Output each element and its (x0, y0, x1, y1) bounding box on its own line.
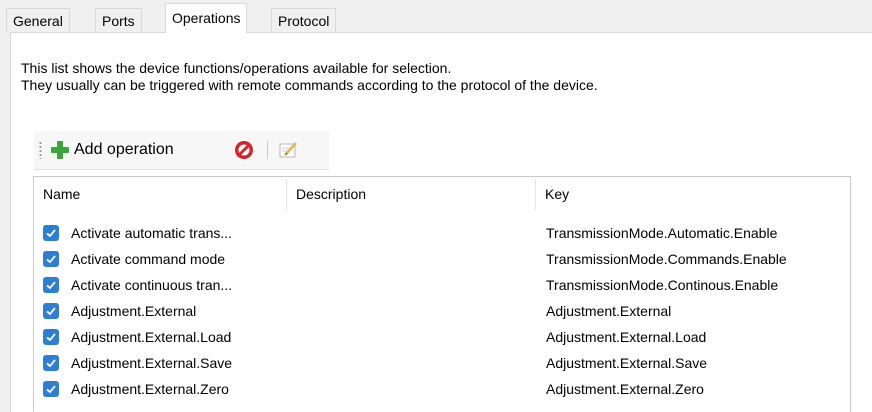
operation-key: TransmissionMode.Continous.Enable (546, 277, 779, 293)
checkbox[interactable] (43, 225, 59, 241)
description-text: This list shows the device functions/ope… (21, 60, 598, 94)
description-line-1: This list shows the device functions/ope… (21, 60, 452, 76)
checkmark-icon (46, 229, 56, 238)
toolbar-separator (267, 141, 268, 159)
checkmark-icon (46, 385, 56, 394)
operation-key: Adjustment.External.Save (546, 355, 708, 371)
list-item[interactable]: Adjustment.External Adjustment.External (34, 299, 850, 325)
operation-name: Activate continuous tran... (71, 277, 233, 293)
checkbox[interactable] (43, 251, 59, 267)
description-line-2: They usually can be triggered with remot… (21, 77, 598, 93)
add-operation-label: Add operation (74, 141, 174, 158)
checkbox[interactable] (43, 329, 59, 345)
toolbar: Add operation (34, 131, 329, 170)
operation-key: TransmissionMode.Commands.Enable (546, 251, 787, 267)
list-item[interactable]: Activate continuous tran... Transmission… (34, 273, 850, 299)
tab-operations[interactable]: Operations (165, 3, 248, 33)
list-item[interactable]: Adjustment.External.Save Adjustment.Exte… (34, 351, 850, 377)
delete-operation-button[interactable] (233, 139, 255, 161)
add-operation-button[interactable]: Add operation (50, 139, 174, 161)
list-item[interactable]: Adjustment.External.Zero Adjustment.Exte… (34, 377, 850, 403)
column-header-key[interactable]: Key (536, 177, 852, 212)
checkbox[interactable] (43, 355, 59, 371)
operation-key: Adjustment.External.Load (546, 329, 707, 345)
tab-ports[interactable]: Ports (95, 8, 142, 32)
operations-list[interactable]: Name Description Key Activate automatic … (33, 176, 851, 412)
edit-operation-button[interactable] (277, 139, 299, 161)
list-header: Name Description Key (34, 177, 850, 212)
checkbox[interactable] (43, 277, 59, 293)
column-header-description[interactable]: Description (287, 177, 535, 212)
tab-strip: General Ports Operations Protocol (0, 0, 872, 33)
tab-general[interactable]: General (6, 8, 70, 32)
operation-name: Activate command mode (71, 251, 226, 267)
list-item[interactable]: Activate automatic trans... Transmission… (34, 221, 850, 247)
delete-icon (235, 141, 253, 159)
edit-icon (279, 142, 297, 158)
plus-icon (50, 140, 70, 160)
list-item[interactable]: Activate command mode TransmissionMode.C… (34, 247, 850, 273)
checkmark-icon (46, 359, 56, 368)
operation-key: Adjustment.External.Zero (546, 381, 704, 397)
operation-name: Adjustment.External.Load (71, 329, 232, 345)
tab-protocol[interactable]: Protocol (271, 8, 337, 32)
checkbox[interactable] (43, 381, 59, 397)
operation-name: Adjustment.External.Save (71, 355, 233, 371)
checkmark-icon (46, 333, 56, 342)
operation-name: Activate automatic trans... (71, 225, 233, 241)
toolbar-grip-icon[interactable] (39, 141, 42, 159)
operation-key: TransmissionMode.Automatic.Enable (546, 225, 778, 241)
checkbox[interactable] (43, 303, 59, 319)
operation-key: Adjustment.External (546, 303, 672, 319)
list-item[interactable]: Adjustment.External.Load Adjustment.Exte… (34, 325, 850, 351)
checkmark-icon (46, 255, 56, 264)
operation-name: Adjustment.External.Zero (71, 381, 229, 397)
checkmark-icon (46, 307, 56, 316)
column-header-name[interactable]: Name (34, 177, 284, 212)
operation-name: Adjustment.External (71, 303, 197, 319)
checkmark-icon (46, 281, 56, 290)
